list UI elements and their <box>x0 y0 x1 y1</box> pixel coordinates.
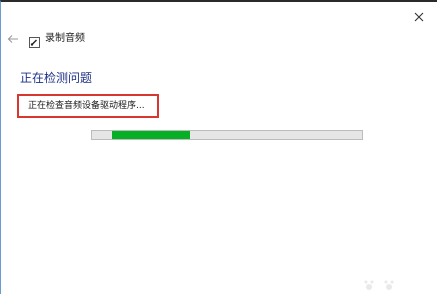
troubleshooter-window: 录制音频 正在检测问题 正在检查音频设备驱动程序... <box>0 0 437 294</box>
page-heading: 正在检测问题 <box>20 71 93 85</box>
audio-troubleshooter-icon <box>29 33 40 48</box>
back-button[interactable] <box>5 31 21 47</box>
progress-bar <box>91 130 363 140</box>
status-highlight-box: 正在检查音频设备驱动程序... <box>17 94 159 118</box>
back-arrow-icon <box>7 35 18 43</box>
close-button[interactable] <box>407 6 431 28</box>
window-title: 录制音频 <box>45 33 85 44</box>
close-icon <box>414 12 424 22</box>
status-text: 正在检查音频设备驱动程序... <box>28 101 145 111</box>
paw-watermark-icon <box>364 280 394 290</box>
progress-fill <box>112 131 190 139</box>
